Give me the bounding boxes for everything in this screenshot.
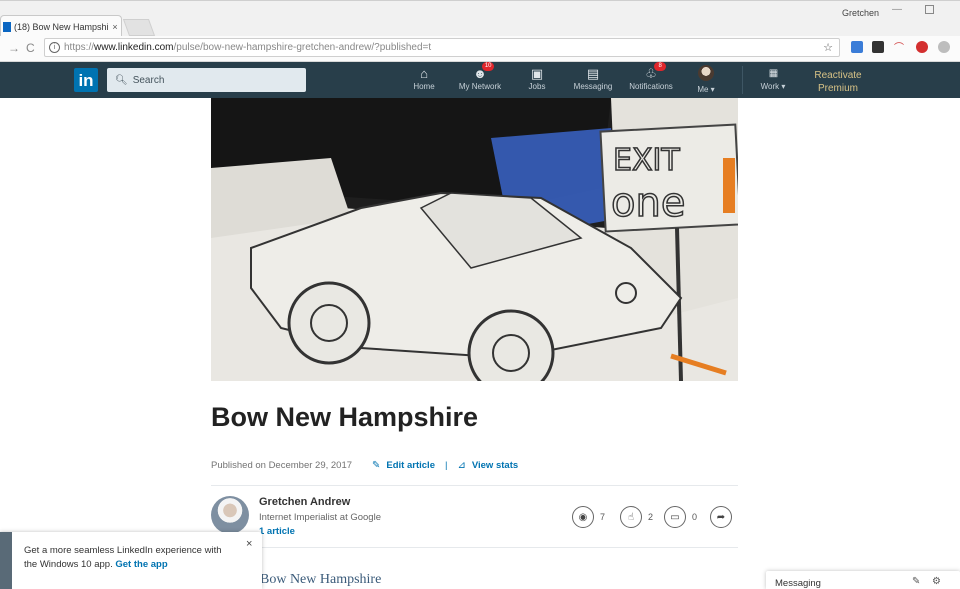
article-cover-image: EXIT one — [211, 98, 738, 381]
divider — [211, 547, 738, 548]
maximize-icon[interactable] — [925, 5, 934, 14]
linkedin-logo[interactable]: in — [74, 68, 98, 92]
forward-arrow-icon[interactable]: → — [8, 41, 20, 55]
nav-home-label: Home — [413, 82, 435, 91]
share-button[interactable]: ➦ — [710, 506, 732, 528]
linkedin-navbar: in 🔍︎ Search ⌂ Home ☻ 10 My Network ▣ Job… — [0, 62, 960, 98]
network-badge: 10 — [482, 62, 495, 71]
pencil-icon[interactable]: ✎ — [372, 460, 380, 471]
nav-notifications[interactable]: ♧ 8 Notifications — [623, 62, 679, 91]
chart-icon[interactable]: ⊿ — [457, 460, 465, 471]
reactivate-premium-link[interactable]: Reactivate Premium — [808, 69, 868, 95]
nav-work-label: Work ▾ — [760, 82, 786, 91]
eye-icon: ◉ — [572, 506, 594, 528]
edit-article-link[interactable]: Edit article — [386, 460, 435, 471]
nav-jobs-label: Jobs — [528, 82, 546, 91]
browser-tabbar: (18) Bow New Hampshire × Gretchen — — [0, 0, 960, 37]
window-user-name[interactable]: Gretchen — [842, 8, 879, 18]
toast-close-icon[interactable]: × — [246, 538, 252, 550]
like-icon: ☝ — [620, 506, 642, 528]
nav-jobs[interactable]: ▣ Jobs — [522, 65, 552, 91]
browser-toolbar: → C i https://www.linkedin.com/pulse/bow… — [0, 36, 960, 62]
nav-notifications-label: Notifications — [629, 82, 673, 91]
premium-line-1: Reactivate — [814, 70, 862, 81]
meta-separator: | — [444, 460, 448, 471]
article-title: Bow New Hampshire — [211, 402, 479, 432]
minimize-icon[interactable]: — — [892, 4, 902, 15]
views-stat[interactable]: ◉ 7 — [572, 506, 605, 528]
views-count: 7 — [600, 512, 606, 522]
toast-accent-bar — [0, 532, 12, 589]
tab-close-icon[interactable]: × — [109, 22, 121, 32]
url-scheme: https:// — [64, 42, 95, 53]
extension-icon-film[interactable] — [872, 41, 884, 53]
comment-icon: ▭ — [664, 506, 686, 528]
author-name[interactable]: Gretchen Andrew — [259, 496, 350, 508]
author-articles-link[interactable]: 1 article — [259, 526, 295, 537]
toast-message: Get a more seamless LinkedIn experience … — [24, 544, 234, 572]
premium-line-2: Premium — [817, 83, 858, 94]
author-headline: Internet Imperialist at Google — [259, 512, 381, 523]
grid-icon: ▦ — [768, 68, 779, 79]
info-icon[interactable]: i — [49, 42, 60, 53]
nav-divider — [742, 66, 743, 94]
url-path: /pulse/bow-new-hampshire-gretchen-andrew… — [173, 42, 432, 53]
briefcase-icon: ▣ — [530, 66, 544, 81]
comments-count: 0 — [692, 512, 698, 522]
nav-messaging-label: Messaging — [573, 82, 613, 91]
bell-icon: ♧ 8 — [645, 62, 667, 82]
extension-icon-blue[interactable] — [851, 41, 863, 53]
linkedin-favicon-icon — [3, 21, 11, 32]
published-date: Published on December 29, 2017 — [211, 460, 353, 471]
get-the-app-link[interactable]: Get the app — [115, 559, 167, 570]
author-avatar[interactable] — [211, 496, 249, 534]
windows-app-toast: Get a more seamless LinkedIn experience … — [0, 532, 262, 589]
gear-icon[interactable]: ⚙ — [932, 576, 941, 587]
notifications-badge: 8 — [654, 62, 667, 71]
search-input[interactable]: 🔍︎ Search — [107, 68, 306, 92]
article-body-heading: Bow New Hampshire — [260, 572, 382, 587]
avatar — [698, 65, 714, 81]
nav-my-network[interactable]: ☻ 10 My Network — [455, 62, 505, 91]
view-stats-link[interactable]: View stats — [472, 460, 518, 471]
network-icon: ☻ 10 — [473, 62, 495, 82]
new-tab-button[interactable] — [122, 19, 156, 36]
svg-text:one: one — [611, 180, 685, 226]
nav-home[interactable]: ⌂ Home — [408, 65, 440, 91]
svg-text:EXIT: EXIT — [613, 143, 680, 178]
nav-me-label: Me ▾ — [697, 85, 715, 94]
nav-me[interactable]: Me ▾ — [691, 65, 721, 94]
search-placeholder: Search — [132, 74, 165, 86]
nav-messaging[interactable]: ▤ Messaging — [570, 65, 616, 91]
extension-icon-gray[interactable] — [938, 41, 950, 53]
tab-title: (18) Bow New Hampshire — [14, 21, 109, 32]
pinterest-icon[interactable] — [916, 41, 928, 53]
article-meta: Published on December 29, 2017 ✎ Edit ar… — [211, 460, 518, 471]
compose-icon[interactable]: ✎ — [912, 576, 920, 587]
search-icon: 🔍︎ — [115, 74, 128, 86]
likes-count: 2 — [648, 512, 654, 522]
bookmark-star-icon[interactable]: ☆ — [823, 41, 833, 54]
browser-tab[interactable]: (18) Bow New Hampshire × — [0, 15, 122, 37]
share-icon: ➦ — [710, 506, 732, 528]
address-bar[interactable]: i https://www.linkedin.com/pulse/bow-new… — [44, 38, 840, 57]
divider — [211, 485, 738, 486]
reload-icon[interactable]: C — [26, 41, 35, 55]
comments-stat[interactable]: ▭ 0 — [664, 506, 697, 528]
likes-stat[interactable]: ☝ 2 — [620, 506, 653, 528]
extension-icon-red[interactable]: ⌒ — [894, 39, 906, 54]
home-icon: ⌂ — [420, 66, 428, 81]
url-host: www.linkedin.com — [94, 42, 174, 53]
nav-my-network-label: My Network — [458, 82, 502, 91]
nav-work[interactable]: ▦ Work ▾ — [756, 65, 790, 91]
chat-icon: ▤ — [586, 66, 600, 81]
messaging-panel-label: Messaging — [775, 578, 821, 589]
messaging-panel[interactable]: Messaging ✎ ⚙ — [766, 571, 960, 589]
